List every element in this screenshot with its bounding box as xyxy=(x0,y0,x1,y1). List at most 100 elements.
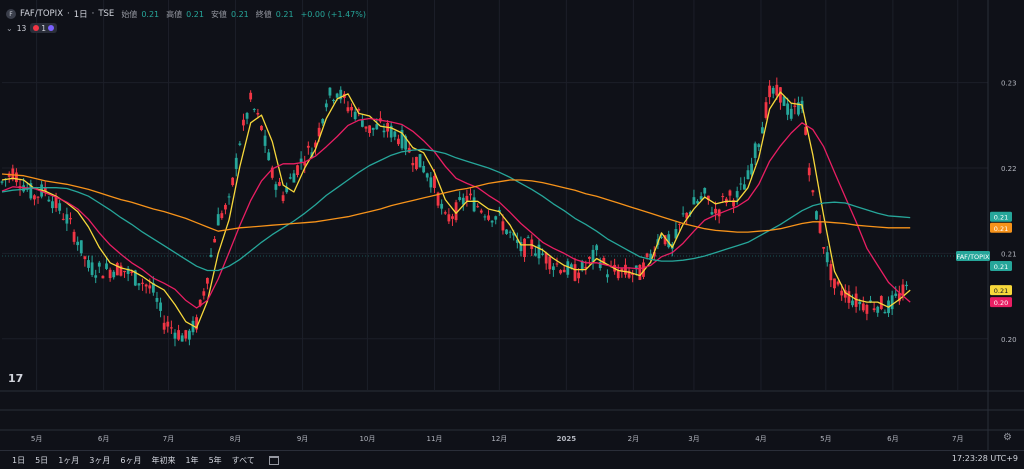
candle-up xyxy=(533,253,537,256)
legend-separator: · xyxy=(67,9,70,19)
symbol-price-badge: FAF/TOPIX xyxy=(957,253,990,261)
candle-down xyxy=(833,278,836,289)
interval-label[interactable]: 1日 xyxy=(74,8,88,20)
range-button-all[interactable]: すべて xyxy=(230,455,257,466)
candle-down xyxy=(443,212,447,214)
candle-up xyxy=(425,173,429,178)
candle-up xyxy=(51,201,54,209)
range-button-1d[interactable]: 1日 xyxy=(10,455,27,466)
time-tick-label: 7月 xyxy=(952,435,963,443)
candle-down xyxy=(72,231,76,242)
time-tick-label: 10月 xyxy=(359,435,375,443)
candle-down xyxy=(573,264,577,281)
candle-down xyxy=(779,87,782,103)
candle-up xyxy=(332,99,335,102)
range-button-6m[interactable]: 6ヶ月 xyxy=(118,455,143,466)
candle-up xyxy=(155,297,159,302)
candle-up xyxy=(353,111,357,120)
low-label: 安値 xyxy=(210,9,227,19)
candle-down xyxy=(775,84,779,96)
price-tick-label: 0.22 xyxy=(1001,165,1017,173)
indicator-badge[interactable]: 1 xyxy=(30,23,58,33)
indicator-row: ⌄ 13 1 xyxy=(6,22,58,34)
range-button-1y[interactable]: 1年 xyxy=(183,455,200,466)
candle-up xyxy=(173,332,177,339)
candle-up xyxy=(159,302,162,311)
change-value: +0.00 (+1.47%) xyxy=(300,9,366,19)
candle-up xyxy=(112,271,116,278)
candle-up xyxy=(789,108,793,119)
candle-up xyxy=(335,93,339,98)
candle-up xyxy=(234,157,238,169)
time-tick-label: 11月 xyxy=(426,435,442,443)
candle-down xyxy=(213,238,217,243)
candle-down xyxy=(231,177,235,186)
clock-readout[interactable]: 17:23:28 UTC+9 xyxy=(952,454,1018,463)
candle-down xyxy=(220,213,224,219)
range-button-1m[interactable]: 1ヶ月 xyxy=(56,455,81,466)
range-button-5d[interactable]: 5日 xyxy=(33,455,50,466)
price-chart[interactable]: 0.23 0.22 0.21 0.20 0.21 0.21 FAF/TOPIX 0.21 0.2… xyxy=(0,0,1024,450)
symbol-name[interactable]: FAF/TOPIX xyxy=(20,9,63,19)
indicator-badge-number: 1 xyxy=(41,23,47,33)
candle-up xyxy=(771,87,775,94)
candle-up xyxy=(703,187,707,194)
candle-up xyxy=(137,283,141,286)
candle-up xyxy=(371,127,375,130)
time-tick-label: 3月 xyxy=(688,435,699,443)
candle-down xyxy=(346,107,350,112)
candle-down xyxy=(33,195,36,200)
candle-up xyxy=(97,262,101,267)
candle-down xyxy=(278,182,281,186)
tradingview-logo-icon[interactable]: 17 xyxy=(8,372,23,385)
indicator-count[interactable]: 13 xyxy=(17,24,27,33)
candle-down xyxy=(793,105,797,107)
candle-up xyxy=(876,306,880,313)
range-button-3m[interactable]: 3ヶ月 xyxy=(87,455,112,466)
candle-up xyxy=(458,197,462,201)
range-button-ytd[interactable]: 年初来 xyxy=(149,455,177,466)
candle-down xyxy=(281,195,285,201)
candle-up xyxy=(472,197,476,212)
candle-up xyxy=(79,240,83,254)
candle-up xyxy=(551,266,555,270)
candle-down xyxy=(364,126,368,129)
candle-up xyxy=(90,262,94,275)
gear-icon[interactable]: ⚙ xyxy=(1003,432,1012,443)
time-tick-label: 8月 xyxy=(230,435,241,443)
time-tick-label: 4月 xyxy=(755,435,766,443)
candle-down xyxy=(721,196,725,198)
candle-down xyxy=(169,327,173,329)
candle-down xyxy=(501,221,505,231)
candle-up xyxy=(858,301,862,305)
candle-up xyxy=(851,300,854,306)
time-tick-label: 2月 xyxy=(628,435,639,443)
price-badge-label: 0.21 xyxy=(994,225,1008,233)
candle-up xyxy=(360,120,364,127)
candle-down xyxy=(177,330,180,340)
candle-up xyxy=(274,184,278,190)
candle-down xyxy=(415,156,418,170)
candle-up xyxy=(180,335,184,342)
candle-down xyxy=(148,285,152,289)
range-button-5y[interactable]: 5年 xyxy=(207,455,224,466)
candle-up xyxy=(324,103,328,108)
exchange-label: TSE xyxy=(98,9,115,19)
time-tick-label: 6月 xyxy=(98,435,109,443)
candle-up xyxy=(429,177,433,188)
candle-up xyxy=(761,127,764,134)
chevron-down-icon[interactable]: ⌄ xyxy=(6,24,13,33)
calendar-icon[interactable] xyxy=(268,455,279,465)
candle-down xyxy=(69,218,72,220)
candle-up xyxy=(252,109,256,111)
candle-up xyxy=(735,191,739,198)
candle-up xyxy=(216,214,220,226)
candle-down xyxy=(115,263,119,276)
candle-up xyxy=(710,212,714,215)
candle-up xyxy=(742,184,746,190)
open-label: 始値 xyxy=(121,9,138,19)
candle-down xyxy=(548,256,552,270)
candle-up xyxy=(94,275,98,278)
candle-down xyxy=(296,165,299,176)
candle-up xyxy=(440,203,444,209)
